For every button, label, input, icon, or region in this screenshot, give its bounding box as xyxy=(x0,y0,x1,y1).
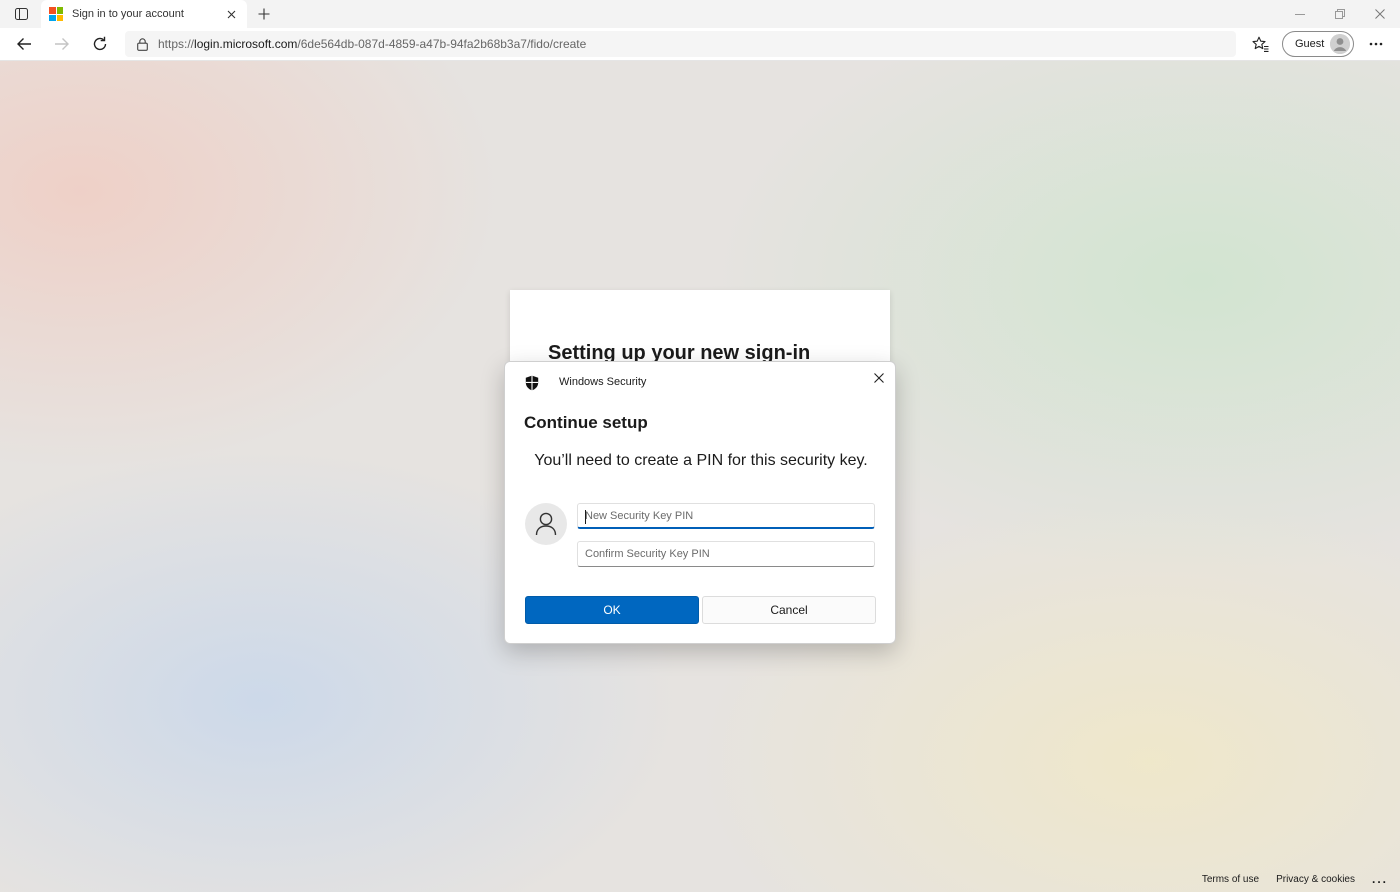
restore-icon[interactable] xyxy=(1328,4,1352,24)
tab-actions-icon[interactable] xyxy=(8,4,34,24)
new-tab-plus-icon[interactable] xyxy=(254,4,274,24)
footer-more-button[interactable]: ... xyxy=(1372,872,1388,886)
page-footer: Terms of use Privacy & cookies ... xyxy=(1202,872,1388,886)
more-icon[interactable] xyxy=(1363,32,1389,56)
ok-button[interactable]: OK xyxy=(525,596,699,624)
back-icon[interactable] xyxy=(11,32,37,56)
close-tab-icon[interactable] xyxy=(223,6,239,22)
dialog-message: You’ll need to create a PIN for this sec… xyxy=(534,452,868,469)
windows-security-dialog: Windows Security Continue setup You’ll n… xyxy=(504,361,896,644)
url-host: login.microsoft.com xyxy=(194,37,298,51)
logo-square-blue xyxy=(49,14,56,21)
dialog-app-name: Windows Security xyxy=(559,376,647,388)
forward-icon[interactable] xyxy=(49,32,75,56)
tab-strip: Sign in to your account xyxy=(0,0,1400,28)
url-text: https://login.microsoft.com/6de564db-087… xyxy=(158,37,586,51)
refresh-icon[interactable] xyxy=(87,32,113,56)
microsoft-logo-icon xyxy=(49,7,63,21)
logo-square-green xyxy=(56,7,63,14)
cancel-button[interactable]: Cancel xyxy=(702,596,876,624)
active-tab[interactable]: Sign in to your account xyxy=(41,0,247,28)
dialog-close-icon[interactable] xyxy=(869,368,889,388)
minimize-icon[interactable] xyxy=(1288,4,1312,24)
shield-icon xyxy=(525,375,539,391)
profile-label: Guest xyxy=(1295,38,1325,50)
favorites-icon[interactable] xyxy=(1247,32,1273,56)
privacy-link[interactable]: Privacy & cookies xyxy=(1276,874,1355,885)
address-bar[interactable]: https://login.microsoft.com/6de564db-087… xyxy=(125,31,1236,57)
url-scheme: https:// xyxy=(158,37,195,51)
confirm-pin-input[interactable] xyxy=(577,541,875,567)
tab-title: Sign in to your account xyxy=(72,8,184,20)
lock-icon[interactable] xyxy=(137,37,148,51)
new-pin-input[interactable] xyxy=(577,503,875,529)
window-close-icon[interactable] xyxy=(1368,4,1392,24)
url-path: /6de564db-087d-4859-a47b-94fa2b68b3a7/fi… xyxy=(297,37,587,51)
text-caret xyxy=(585,510,586,524)
dialog-title: Continue setup xyxy=(524,413,648,432)
browser-toolbar: https://login.microsoft.com/6de564db-087… xyxy=(0,28,1400,61)
user-avatar-icon xyxy=(525,503,567,545)
guest-avatar-icon xyxy=(1330,34,1350,54)
terms-link[interactable]: Terms of use xyxy=(1202,874,1259,885)
logo-square-yellow xyxy=(56,14,63,21)
logo-square-red xyxy=(49,7,56,14)
profile-button[interactable]: Guest xyxy=(1282,31,1354,57)
